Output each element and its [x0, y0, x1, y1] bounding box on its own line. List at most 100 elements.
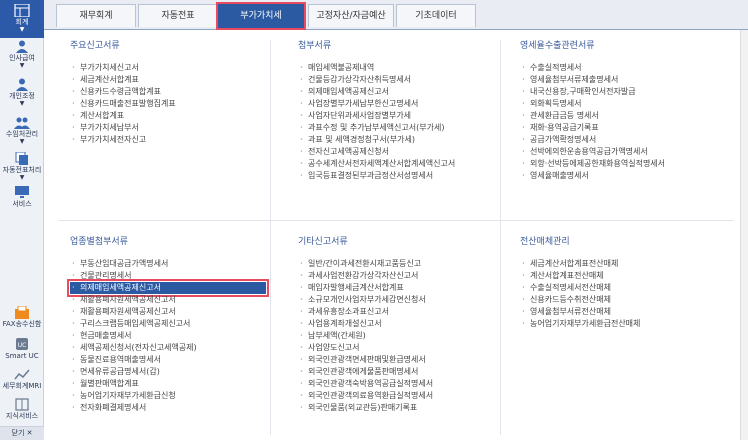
menu-item[interactable]: 선박에의한운송용역공급가액명세서 — [520, 146, 730, 158]
section-industry: 업종별첨부서류 부동산임대공급가액명세서 건물관리명세서 의제매입세액공제신고서… — [67, 236, 269, 414]
menu-item[interactable]: 납부세액(간세원) — [298, 330, 494, 342]
menu-item[interactable]: 외국인관광객면세판매및환급명세서 — [298, 354, 494, 366]
menu-item[interactable]: 수출실적명세서 — [520, 62, 730, 74]
menu-item[interactable]: 과표 및 세액경정청구서(부가세) — [298, 134, 494, 146]
menu-list: 매입세액불공제내역 건물등감가상각자산취득명세서 의제매입세액공제신고서 사업장… — [298, 62, 494, 182]
menu-item-selected[interactable]: 의제매입세액공제신고서 — [67, 279, 269, 297]
sidebar-item-knowledge[interactable]: 지식서비스 — [0, 398, 44, 426]
sidebar-item-auto-voucher[interactable]: 자동전표처리 ▼ — [0, 152, 44, 186]
menu-item[interactable]: 의제매입세액공제신고서 — [298, 86, 494, 98]
menu-item[interactable]: 외화획득명세서 — [520, 98, 730, 110]
menu-item[interactable]: 외국인관광객의료용역환급실적명세서 — [298, 390, 494, 402]
sidebar-item-label: 지식서비스 — [5, 412, 39, 420]
menu-item[interactable]: 세금계산서합계표 — [70, 74, 266, 86]
menu-item[interactable]: 신용카드등수취전산매체 — [520, 294, 730, 306]
vat-menu-panel: 주요신고서류 부가가치세신고서 세금계산서합계표 신용카드수령금액합계표 신용카… — [44, 30, 748, 440]
menu-item[interactable]: 부동산임대공급가액명세서 — [70, 258, 266, 270]
scrollbar[interactable] — [740, 30, 748, 440]
menu-item[interactable]: 전자신고세액공제신청서 — [298, 146, 494, 158]
menu-item[interactable]: 재화·용역공급기록표 — [520, 122, 730, 134]
sidebar-item-label: FAX송수신함 — [2, 320, 42, 328]
menu-item[interactable]: 영세율매출명세서 — [520, 170, 730, 182]
menu-item[interactable]: 관세환급금등 명세서 — [520, 110, 730, 122]
menu-item[interactable]: 신용카드매출전표발행집계표 — [70, 98, 266, 110]
sidebar-item-personal-adjust[interactable]: 개인조정 ▼ — [0, 78, 44, 112]
tab-base-data[interactable]: 기초데이터 — [396, 4, 476, 27]
menu-item[interactable]: 공급가액확정명세서 — [520, 134, 730, 146]
chevron-down-icon: ▼ — [19, 138, 25, 145]
menu-item[interactable]: 면세유류공급명세서(갑) — [70, 366, 266, 378]
menu-item[interactable]: 농어업기자재부가세환급전산매체 — [520, 318, 730, 330]
menu-item[interactable]: 현금매출명세서 — [70, 330, 266, 342]
menu-item[interactable]: 소규모개인사업자부가세감면신청서 — [298, 294, 494, 306]
sidebar-item-accounting[interactable]: 회계 ▼ — [0, 0, 44, 38]
section-other-reports: 기타신고서류 일반/간이과세전환시재고품등신고 과세사업전환감가상각자산신고서 … — [298, 236, 494, 414]
menu-item[interactable]: 입국등표결정된부과금정산서성명세서 — [298, 170, 494, 182]
menu-item[interactable]: 신용카드수령금액합계표 — [70, 86, 266, 98]
menu-item[interactable]: 사업장별부가세납부한신고명세서 — [298, 98, 494, 110]
sidebar-item-label: 서비스 — [12, 200, 32, 208]
section-title: 주요신고서류 — [70, 41, 120, 51]
menu-item[interactable]: 과세사업전환감가상각자산신고서 — [298, 270, 494, 282]
section-title: 업종별첨부서류 — [70, 237, 128, 247]
menu-item[interactable]: 매입세액불공제내역 — [298, 62, 494, 74]
tab-fixed-assets[interactable]: 고정자산/자금예산 — [308, 4, 394, 27]
sidebar-item-fax[interactable]: FAX송수신함 — [0, 306, 44, 334]
tab-bar: 재무회계 자동전표 부가가치세 고정자산/자금예산 기초데이터 — [44, 0, 748, 30]
sidebar-item-label: Smart UC — [5, 352, 39, 360]
section-title: 첨부서류 — [298, 41, 332, 51]
menu-item[interactable]: 계산서합계표전산매체 — [520, 270, 730, 282]
sidebar-item-label: 세무회계MRI — [2, 382, 42, 390]
menu-item[interactable]: 재활용폐자원세액공제신고서 — [70, 294, 266, 306]
menu-item[interactable]: 과표수정 및 추가납부세액신고서(부가세) — [298, 122, 494, 134]
section-zero-rate: 영세율수출관련서류 수출실적명세서 영세율첨부서류제출명세서 내국신용장,구매확… — [520, 40, 730, 182]
tab-auto-voucher[interactable]: 자동전표 — [138, 4, 218, 27]
sidebar-item-label: 자동전표처리 — [2, 166, 42, 174]
menu-item[interactable]: 월별판매액합계표 — [70, 378, 266, 390]
menu-item[interactable]: 전자화폐결제명세서 — [70, 402, 266, 414]
chevron-down-icon: ▼ — [19, 62, 25, 69]
menu-item[interactable]: 사업용계좌개설신고서 — [298, 318, 494, 330]
menu-item[interactable]: 계산서합계표 — [70, 110, 266, 122]
menu-item[interactable]: 외국인관광객숙박용역공급실적명세서 — [298, 378, 494, 390]
tab-financial-accounting[interactable]: 재무회계 — [56, 4, 136, 27]
menu-item[interactable]: 공수세계산서전자세액계산서합계세액신고서 — [298, 158, 494, 170]
chart-icon — [14, 369, 30, 380]
sidebar-item-payroll[interactable]: 인사급여 ▼ — [0, 40, 44, 74]
menu-item[interactable]: 사업양도신고서 — [298, 342, 494, 354]
menu-list: 세금계산서합계표전산매체 계산서합계표전산매체 수출실적명세서전산매체 신용카드… — [520, 258, 730, 330]
menu-item[interactable]: 부가가치세납부서 — [70, 122, 266, 134]
menu-item[interactable]: 구리스크랩등매입세액공제신고서 — [70, 318, 266, 330]
menu-item[interactable]: 외항·선박등에제공한재화용역실적명세서 — [520, 158, 730, 170]
menu-item[interactable]: 일반/간이과세전환시재고품등신고 — [298, 258, 494, 270]
sidebar-item-smart-uc[interactable]: UC Smart UC — [0, 338, 44, 366]
chevron-down-icon: ▼ — [19, 174, 25, 181]
menu-item[interactable]: 영세율첨부서류제출명세서 — [520, 74, 730, 86]
menu-item[interactable]: 부가가치세전자신고 — [70, 134, 266, 146]
sidebar-item-service[interactable]: 서비스 — [0, 186, 44, 214]
person-icon — [16, 40, 28, 53]
menu-item[interactable]: 건물관리명세서 — [70, 270, 266, 282]
menu-item[interactable]: 농어업기자재부가세환급신청 — [70, 390, 266, 402]
menu-item[interactable]: 건물등감가상각자산취득명세서 — [298, 74, 494, 86]
chevron-down-icon: ▼ — [19, 26, 25, 33]
menu-item[interactable]: 사업자단위과세사업장별부가세 — [298, 110, 494, 122]
menu-item[interactable]: 재활용폐자원세액공제신고서 — [70, 306, 266, 318]
menu-item[interactable]: 매입자발행세금계산서합계표 — [298, 282, 494, 294]
menu-item[interactable]: 외국인물품(외교관등)판매기록표 — [298, 402, 494, 414]
menu-list: 부동산임대공급가액명세서 건물관리명세서 의제매입세액공제신고서 재활용폐자원세… — [67, 258, 269, 414]
tab-vat[interactable]: 부가가치세 — [216, 2, 306, 30]
menu-item[interactable]: 세액공제신청서(전자신고세액공제) — [70, 342, 266, 354]
sidebar-item-mri[interactable]: 세무회계MRI — [0, 368, 44, 396]
menu-item[interactable]: 세금계산서합계표전산매체 — [520, 258, 730, 270]
ledger-icon — [14, 4, 30, 17]
close-sidebar-button[interactable]: 닫기 ✕ — [0, 426, 44, 440]
menu-item[interactable]: 과세유흥장소과표신고서 — [298, 306, 494, 318]
menu-item[interactable]: 부가가치세신고서 — [70, 62, 266, 74]
menu-item[interactable]: 내국신용장,구매확인서전자발급 — [520, 86, 730, 98]
menu-item[interactable]: 영세율첨부서류전산매체 — [520, 306, 730, 318]
sidebar-item-client-manage[interactable]: 수임처관리 ▼ — [0, 116, 44, 150]
menu-item[interactable]: 수출실적명세서전산매체 — [520, 282, 730, 294]
menu-item[interactable]: 외국인관광객에게물품판매명세서 — [298, 366, 494, 378]
menu-item[interactable]: 동물진료용역매출명세서 — [70, 354, 266, 366]
